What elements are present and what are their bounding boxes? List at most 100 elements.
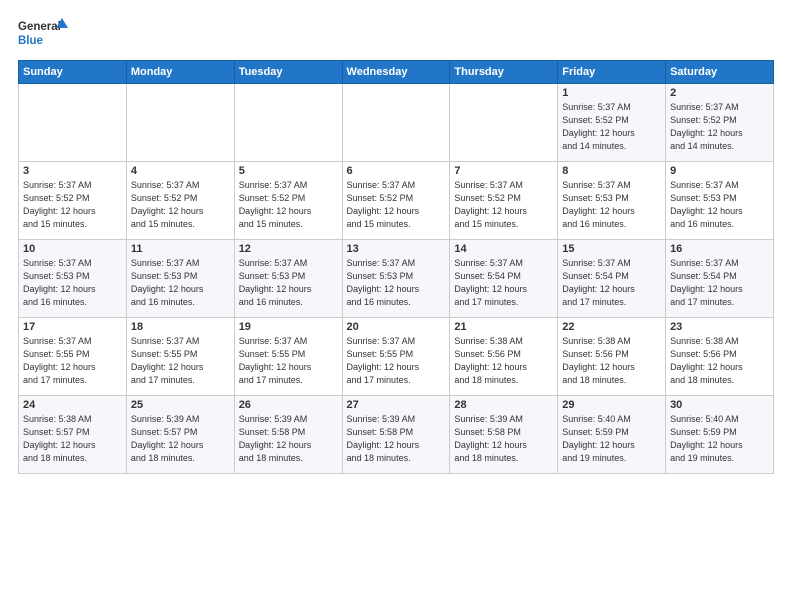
day-info: Sunrise: 5:37 AMSunset: 5:54 PMDaylight:… xyxy=(670,257,769,309)
header-day: Saturday xyxy=(666,61,774,84)
header-day: Sunday xyxy=(19,61,127,84)
day-number: 16 xyxy=(670,243,769,255)
day-number: 10 xyxy=(23,243,122,255)
day-info: Sunrise: 5:37 AMSunset: 5:55 PMDaylight:… xyxy=(347,335,446,387)
calendar-cell xyxy=(342,84,450,162)
day-info: Sunrise: 5:37 AMSunset: 5:55 PMDaylight:… xyxy=(23,335,122,387)
day-info: Sunrise: 5:37 AMSunset: 5:55 PMDaylight:… xyxy=(131,335,230,387)
day-number: 14 xyxy=(454,243,553,255)
week-row: 10 Sunrise: 5:37 AMSunset: 5:53 PMDayligh… xyxy=(19,240,774,318)
day-number: 30 xyxy=(670,399,769,411)
day-number: 27 xyxy=(347,399,446,411)
calendar-header: SundayMondayTuesdayWednesdayThursdayFrid… xyxy=(19,61,774,84)
day-number: 20 xyxy=(347,321,446,333)
logo: General Blue xyxy=(18,16,68,52)
calendar-cell: 19 Sunrise: 5:37 AMSunset: 5:55 PMDayligh… xyxy=(234,318,342,396)
svg-text:General: General xyxy=(18,21,61,33)
week-row: 3 Sunrise: 5:37 AMSunset: 5:52 PMDaylight… xyxy=(19,162,774,240)
calendar-cell: 8Sunrise: 5:37 AMSunset: 5:53 PMDaylight… xyxy=(558,162,666,240)
calendar-cell: 6 Sunrise: 5:37 AMSunset: 5:52 PMDaylight… xyxy=(342,162,450,240)
header-day: Friday xyxy=(558,61,666,84)
day-info: Sunrise: 5:39 AMSunset: 5:58 PMDaylight:… xyxy=(239,413,338,465)
header-day: Wednesday xyxy=(342,61,450,84)
day-number: 3 xyxy=(23,165,122,177)
day-info: Sunrise: 5:37 AMSunset: 5:53 PMDaylight:… xyxy=(239,257,338,309)
calendar-cell: 25Sunrise: 5:39 AMSunset: 5:57 PMDayligh… xyxy=(126,396,234,474)
day-number: 21 xyxy=(454,321,553,333)
calendar-cell: 26 Sunrise: 5:39 AMSunset: 5:58 PMDayligh… xyxy=(234,396,342,474)
day-number: 7 xyxy=(454,165,553,177)
day-info: Sunrise: 5:37 AMSunset: 5:53 PMDaylight:… xyxy=(670,179,769,231)
day-number: 4 xyxy=(131,165,230,177)
calendar-cell: 2Sunrise: 5:37 AMSunset: 5:52 PMDaylight… xyxy=(666,84,774,162)
day-number: 23 xyxy=(670,321,769,333)
day-number: 11 xyxy=(131,243,230,255)
day-info: Sunrise: 5:40 AMSunset: 5:59 PMDaylight:… xyxy=(562,413,661,465)
header-day: Tuesday xyxy=(234,61,342,84)
day-info: Sunrise: 5:37 AMSunset: 5:52 PMDaylight:… xyxy=(454,179,553,231)
calendar-cell: 10 Sunrise: 5:37 AMSunset: 5:53 PMDayligh… xyxy=(19,240,127,318)
calendar-cell: 20 Sunrise: 5:37 AMSunset: 5:55 PMDayligh… xyxy=(342,318,450,396)
day-info: Sunrise: 5:37 AMSunset: 5:52 PMDaylight:… xyxy=(670,101,769,153)
day-info: Sunrise: 5:38 AMSunset: 5:57 PMDaylight:… xyxy=(23,413,122,465)
day-info: Sunrise: 5:40 AMSunset: 5:59 PMDaylight:… xyxy=(670,413,769,465)
calendar-cell: 24 Sunrise: 5:38 AMSunset: 5:57 PMDayligh… xyxy=(19,396,127,474)
day-number: 19 xyxy=(239,321,338,333)
logo-svg: General Blue xyxy=(18,16,68,52)
calendar-cell: 7 Sunrise: 5:37 AMSunset: 5:52 PMDaylight… xyxy=(450,162,558,240)
day-info: Sunrise: 5:38 AMSunset: 5:56 PMDaylight:… xyxy=(562,335,661,387)
day-info: Sunrise: 5:37 AMSunset: 5:52 PMDaylight:… xyxy=(562,101,661,153)
week-row: 1 Sunrise: 5:37 AMSunset: 5:52 PMDaylight… xyxy=(19,84,774,162)
day-info: Sunrise: 5:37 AMSunset: 5:52 PMDaylight:… xyxy=(23,179,122,231)
calendar-cell: 30 Sunrise: 5:40 AMSunset: 5:59 PMDayligh… xyxy=(666,396,774,474)
calendar-cell: 12 Sunrise: 5:37 AMSunset: 5:53 PMDayligh… xyxy=(234,240,342,318)
day-number: 12 xyxy=(239,243,338,255)
calendar-cell: 29 Sunrise: 5:40 AMSunset: 5:59 PMDayligh… xyxy=(558,396,666,474)
day-info: Sunrise: 5:39 AMSunset: 5:58 PMDaylight:… xyxy=(347,413,446,465)
day-number: 28 xyxy=(454,399,553,411)
day-number: 26 xyxy=(239,399,338,411)
header: General Blue xyxy=(18,16,774,52)
day-number: 24 xyxy=(23,399,122,411)
day-number: 9 xyxy=(670,165,769,177)
calendar-cell: 21 Sunrise: 5:38 AMSunset: 5:56 PMDayligh… xyxy=(450,318,558,396)
day-number: 18 xyxy=(131,321,230,333)
day-info: Sunrise: 5:39 AMSunset: 5:57 PMDaylight:… xyxy=(131,413,230,465)
week-row: 17 Sunrise: 5:37 AMSunset: 5:55 PMDayligh… xyxy=(19,318,774,396)
calendar-cell xyxy=(19,84,127,162)
day-info: Sunrise: 5:37 AMSunset: 5:55 PMDaylight:… xyxy=(239,335,338,387)
calendar-cell: 23Sunrise: 5:38 AMSunset: 5:56 PMDayligh… xyxy=(666,318,774,396)
day-number: 17 xyxy=(23,321,122,333)
week-row: 24 Sunrise: 5:38 AMSunset: 5:57 PMDayligh… xyxy=(19,396,774,474)
day-info: Sunrise: 5:37 AMSunset: 5:52 PMDaylight:… xyxy=(131,179,230,231)
calendar-table: SundayMondayTuesdayWednesdayThursdayFrid… xyxy=(18,60,774,474)
header-day: Thursday xyxy=(450,61,558,84)
calendar-cell: 11 Sunrise: 5:37 AMSunset: 5:53 PMDayligh… xyxy=(126,240,234,318)
day-number: 1 xyxy=(562,87,661,99)
day-info: Sunrise: 5:37 AMSunset: 5:53 PMDaylight:… xyxy=(347,257,446,309)
day-number: 13 xyxy=(347,243,446,255)
calendar-cell: 27 Sunrise: 5:39 AMSunset: 5:58 PMDayligh… xyxy=(342,396,450,474)
day-info: Sunrise: 5:38 AMSunset: 5:56 PMDaylight:… xyxy=(454,335,553,387)
svg-text:Blue: Blue xyxy=(18,35,43,47)
calendar-cell xyxy=(450,84,558,162)
calendar-cell: 9 Sunrise: 5:37 AMSunset: 5:53 PMDaylight… xyxy=(666,162,774,240)
day-info: Sunrise: 5:37 AMSunset: 5:54 PMDaylight:… xyxy=(454,257,553,309)
day-info: Sunrise: 5:37 AMSunset: 5:52 PMDaylight:… xyxy=(239,179,338,231)
calendar-cell: 13 Sunrise: 5:37 AMSunset: 5:53 PMDayligh… xyxy=(342,240,450,318)
day-info: Sunrise: 5:37 AMSunset: 5:53 PMDaylight:… xyxy=(23,257,122,309)
day-info: Sunrise: 5:37 AMSunset: 5:52 PMDaylight:… xyxy=(347,179,446,231)
day-info: Sunrise: 5:37 AMSunset: 5:53 PMDaylight:… xyxy=(562,179,661,231)
calendar-body: 1 Sunrise: 5:37 AMSunset: 5:52 PMDaylight… xyxy=(19,84,774,474)
calendar-cell: 22Sunrise: 5:38 AMSunset: 5:56 PMDayligh… xyxy=(558,318,666,396)
calendar-page: General Blue SundayMondayTuesdayWednesda… xyxy=(0,0,792,612)
calendar-cell: 1 Sunrise: 5:37 AMSunset: 5:52 PMDaylight… xyxy=(558,84,666,162)
day-info: Sunrise: 5:39 AMSunset: 5:58 PMDaylight:… xyxy=(454,413,553,465)
calendar-cell: 14 Sunrise: 5:37 AMSunset: 5:54 PMDayligh… xyxy=(450,240,558,318)
day-info: Sunrise: 5:37 AMSunset: 5:53 PMDaylight:… xyxy=(131,257,230,309)
calendar-cell: 28 Sunrise: 5:39 AMSunset: 5:58 PMDayligh… xyxy=(450,396,558,474)
day-number: 29 xyxy=(562,399,661,411)
calendar-cell: 17 Sunrise: 5:37 AMSunset: 5:55 PMDayligh… xyxy=(19,318,127,396)
day-number: 6 xyxy=(347,165,446,177)
calendar-cell: 5Sunrise: 5:37 AMSunset: 5:52 PMDaylight… xyxy=(234,162,342,240)
